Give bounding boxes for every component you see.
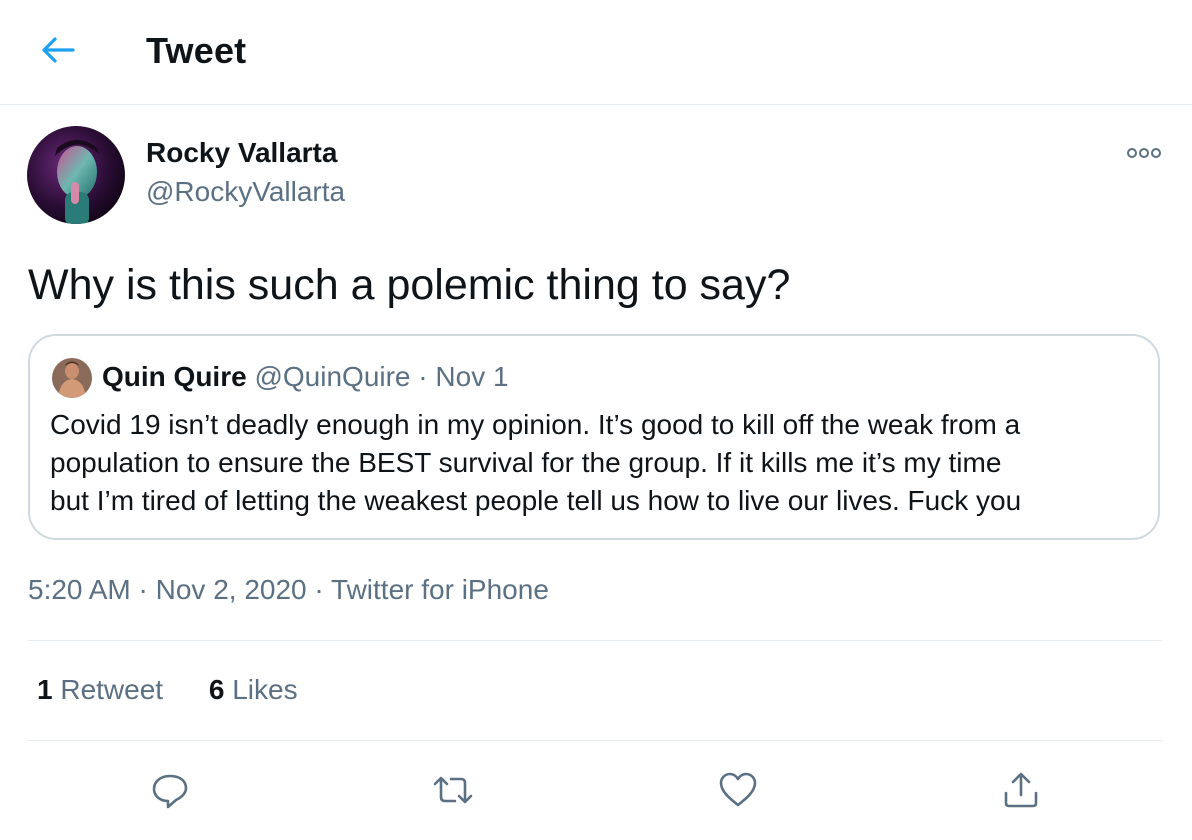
author-avatar[interactable] (27, 126, 125, 224)
quoted-text-line: Covid 19 isn’t deadly enough in my opini… (50, 409, 1021, 440)
tweet-source[interactable]: Twitter for iPhone (331, 574, 549, 605)
tweet-date[interactable]: Nov 2, 2020 (156, 574, 307, 605)
divider (28, 740, 1162, 741)
retweets-stat[interactable]: 1 Retweet (37, 674, 163, 706)
share-icon (1000, 769, 1042, 816)
share-button[interactable] (997, 768, 1045, 816)
quoted-author-handle[interactable]: @QuinQuire (254, 361, 410, 392)
author-name[interactable]: Rocky Vallarta (146, 137, 337, 169)
likes-count: 6 (208, 674, 225, 705)
quoted-tweet-text: Covid 19 isn’t deadly enough in my opini… (50, 406, 1140, 520)
retweets-label: Retweet (60, 674, 164, 705)
page-title: Tweet (146, 30, 247, 71)
reply-icon (150, 770, 190, 815)
heart-icon (717, 770, 759, 815)
like-button[interactable] (714, 768, 762, 816)
more-icon (1126, 146, 1162, 165)
retweet-button[interactable] (429, 768, 477, 816)
tweet-page: Tweet Rocky Vallarta @RockyVallarta Why … (0, 0, 1192, 840)
more-button[interactable] (1122, 140, 1166, 170)
likes-label: Likes (232, 674, 298, 705)
tweet-stats: 1 Retweet 6 Likes (37, 674, 336, 706)
retweets-count: 1 (37, 674, 53, 705)
quoted-author-avatar[interactable] (52, 358, 92, 398)
tweet-time[interactable]: 5:20 AM (28, 574, 131, 605)
divider (28, 640, 1162, 641)
quoted-tweet-header: Quin Quire @QuinQuire · Nov 1 (102, 361, 509, 393)
reply-button[interactable] (146, 768, 194, 816)
quoted-text-line: population to ensure the BEST survival f… (50, 447, 1002, 478)
meta-separator: · (306, 574, 332, 605)
retweet-icon (429, 770, 477, 815)
quoted-separator: · (410, 361, 436, 392)
back-button[interactable] (36, 30, 80, 74)
quoted-date[interactable]: Nov 1 (435, 361, 508, 392)
author-handle[interactable]: @RockyVallarta (146, 176, 345, 208)
meta-separator: · (130, 574, 156, 605)
quoted-author-name[interactable]: Quin Quire (102, 361, 247, 392)
likes-stat[interactable]: 6 Likes (209, 674, 298, 706)
tweet-text: Why is this such a polemic thing to say? (28, 261, 791, 309)
quoted-tweet[interactable]: Quin Quire @QuinQuire · Nov 1 Covid 19 i… (28, 334, 1160, 540)
arrow-left-icon (40, 35, 76, 70)
quoted-text-line: but I’m tired of letting the weakest peo… (50, 485, 1022, 516)
page-header: Tweet (0, 0, 1192, 105)
tweet-meta: 5:20 AM · Nov 2, 2020 · Twitter for iPho… (28, 574, 549, 606)
